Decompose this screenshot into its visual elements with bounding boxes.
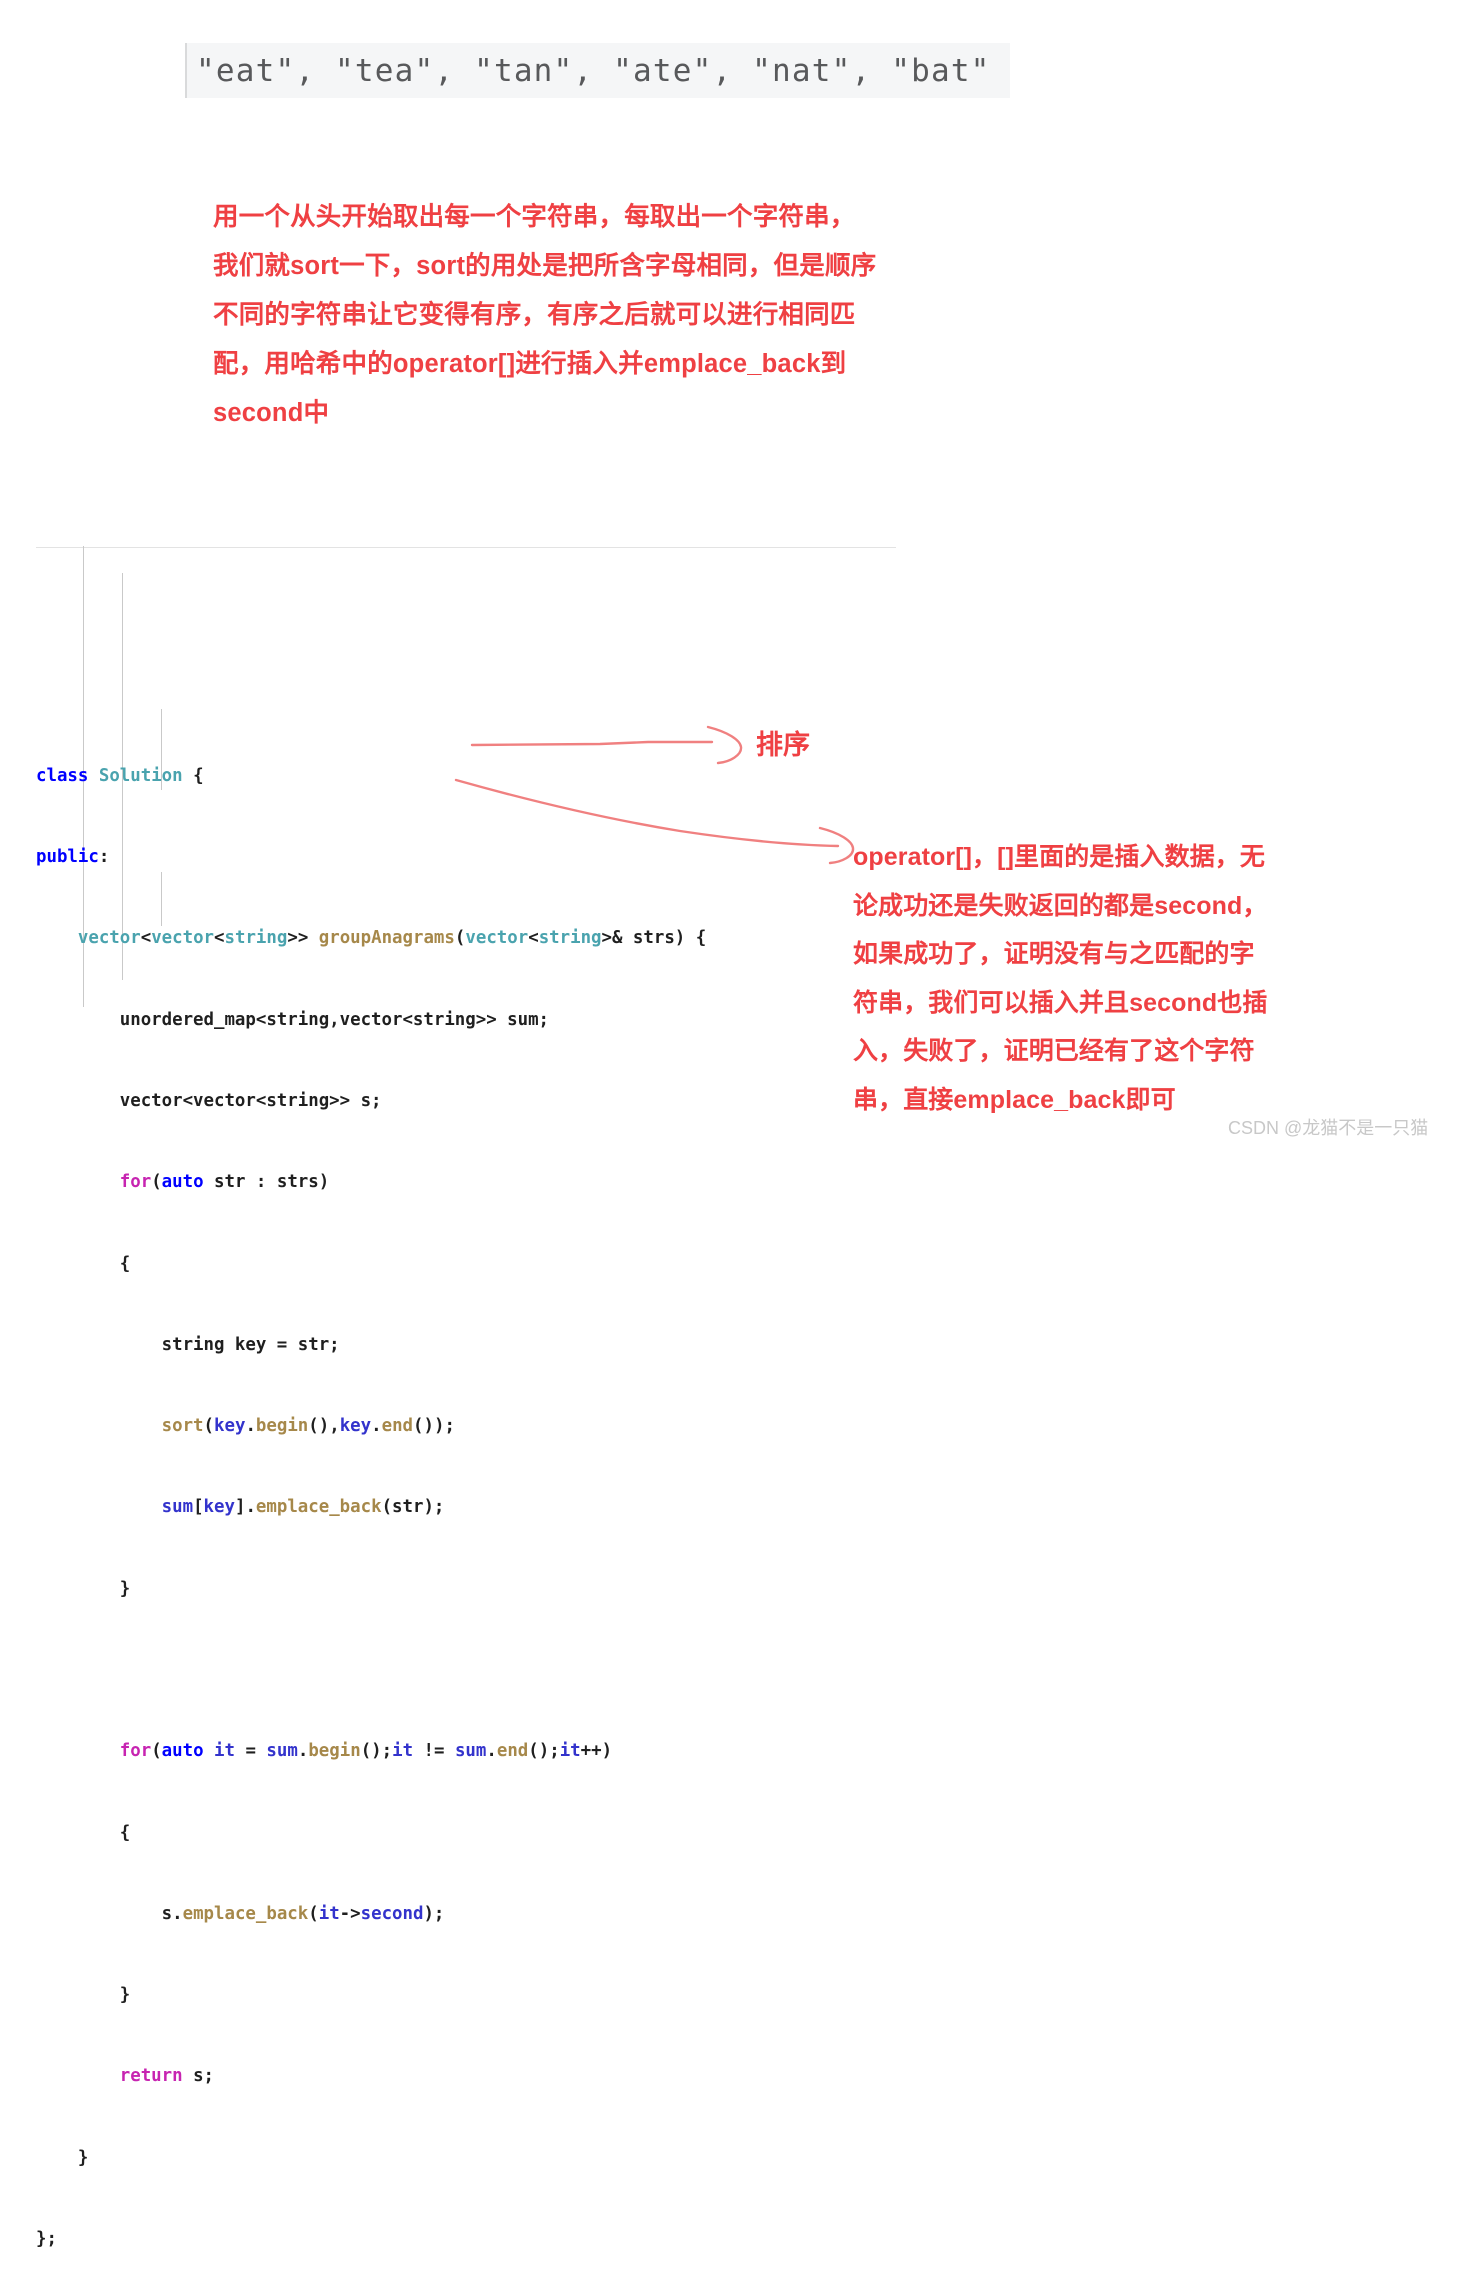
annotation-note-top-line: 我们就sort一下，sort的用处是把所含字母相同，但是顺序 [213,252,877,280]
code-line: } [36,2147,89,2168]
annotation-note-top-line: 配，用哈希中的operator[]进行插入并emplace_back到 [213,350,847,378]
indent-guide [161,872,162,926]
annotation-note-right-line: 如果成功了，证明没有与之匹配的字 [853,940,1255,968]
annotation-note-right-line: operator[]，[]里面的是插入数据，无 [853,843,1266,871]
annotation-note-right-line: 入，失败了，证明已经有了这个字符 [853,1037,1255,1065]
code-line: vector<vector<string>> groupAnagrams(vec… [77,928,707,949]
annotation-note-top-line: 不同的字符串让它变得有序，有序之后就可以进行相同匹 [213,301,856,329]
code-line: sum[key].emplace_back(str); [161,1497,445,1518]
code-line: string key = str; [36,1334,340,1355]
annotation-note-right-line: 符串，我们可以插入并且second也插 [853,988,1268,1017]
annotation-sort-label: 排序 [756,730,810,760]
code-line: { [36,1253,131,1274]
annotation-note-right: operator[]，[]里面的是插入数据，无 论成功还是失败返回的都是seco… [853,833,1353,1124]
code-line: }; [36,2228,57,2249]
input-example-text: "eat", "tea", "tan", "ate", "nat", "bat" [196,53,991,89]
code-line: s.emplace_back(it->second); [36,1903,445,1924]
code-line: public: [36,847,110,868]
csdn-watermark: CSDN @龙猫不是一只猫 [1228,1118,1429,1138]
annotation-note-right-line: 论成功还是失败返回的都是second， [853,891,1268,920]
code-line: sort(key.begin(),key.end()); [161,1416,455,1437]
code-line: } [36,1985,131,2006]
code-line: for(auto str : strs) [119,1172,330,1193]
code-line: for(auto it = sum.begin();it != sum.end(… [119,1741,613,1762]
code-line: { [36,1822,131,1843]
annotation-note-top: 用一个从头开始取出每一个字符串，每取出一个字符串， 我们就sort一下，sort… [213,193,1003,438]
annotation-note-top-line: second中 [213,399,330,427]
code-line: unordered_map<string,vector<string>> sum… [36,1009,550,1030]
code-line: class Solution { [36,765,204,786]
code-line: vector<vector<string>> s; [36,1090,382,1111]
code-block: class Solution { public: vector<vector<s… [36,519,796,2280]
code-line: return s; [119,2066,215,2087]
annotation-note-top-line: 用一个从头开始取出每一个字符串，每取出一个字符串， [213,203,856,231]
code-line: } [36,1578,131,1599]
